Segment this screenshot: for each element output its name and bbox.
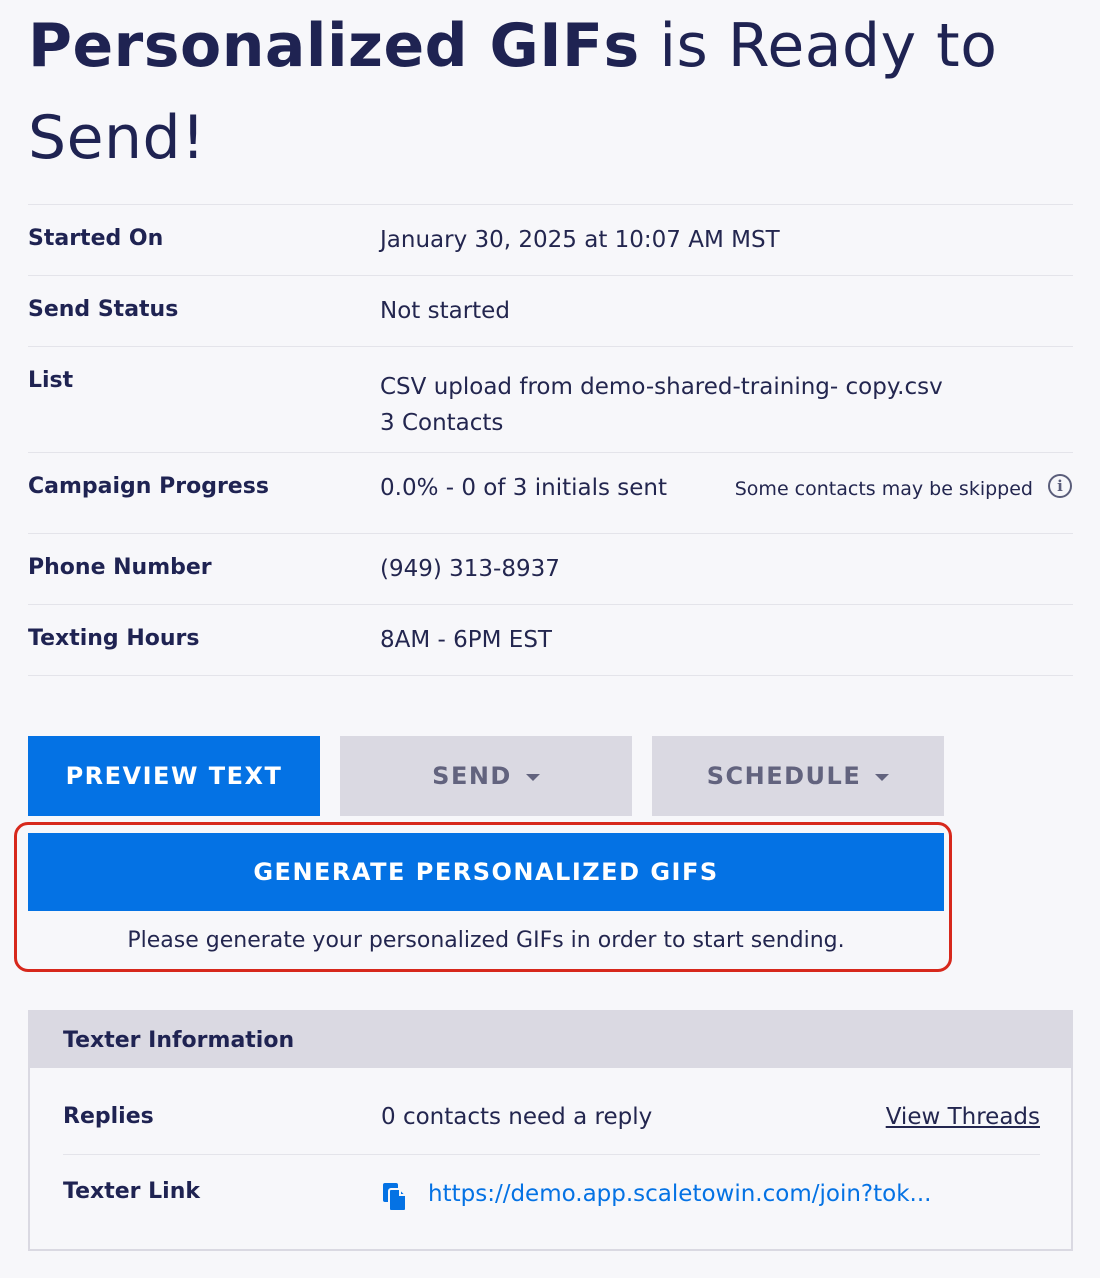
- detail-value-list: CSV upload from demo-shared-training- co…: [380, 369, 943, 441]
- texter-information-header: Texter Information: [30, 1012, 1071, 1068]
- list-contact-count: 3 Contacts: [380, 410, 504, 436]
- detail-row-list: List CSV upload from demo-shared-trainin…: [28, 347, 1073, 453]
- detail-label: Phone Number: [28, 555, 212, 580]
- detail-label: Started On: [28, 226, 164, 251]
- replies-value: 0 contacts need a reply: [381, 1104, 653, 1130]
- detail-label: Texting Hours: [28, 626, 200, 651]
- caret-down-icon: [875, 773, 890, 781]
- detail-value: 0.0% - 0 of 3 initials sent: [380, 475, 667, 501]
- replies-label: Replies: [63, 1104, 154, 1129]
- detail-label: Campaign Progress: [28, 474, 269, 499]
- caret-down-icon: [525, 773, 540, 781]
- send-label: SEND: [432, 762, 512, 790]
- page-title-bold: Personalized GIFs: [28, 11, 640, 81]
- campaign-details: Started On January 30, 2025 at 10:07 AM …: [28, 204, 1073, 676]
- info-icon[interactable]: i: [1048, 474, 1072, 498]
- texter-link-url[interactable]: https://demo.app.scaletowin.com/join?tok…: [428, 1181, 931, 1207]
- send-button[interactable]: SEND: [340, 736, 632, 816]
- detail-value: Not started: [380, 298, 510, 324]
- detail-value: January 30, 2025 at 10:07 AM MST: [380, 227, 780, 253]
- texter-row-replies: Replies 0 contacts need a reply View Thr…: [63, 1068, 1040, 1155]
- detail-row-campaign-progress: Campaign Progress 0.0% - 0 of 3 initials…: [28, 453, 1073, 534]
- view-threads-link[interactable]: View Threads: [886, 1104, 1040, 1130]
- detail-row-started-on: Started On January 30, 2025 at 10:07 AM …: [28, 205, 1073, 276]
- generate-gifs-label: GENERATE PERSONALIZED GIFS: [253, 858, 719, 886]
- detail-value: (949) 313-8937: [380, 556, 560, 582]
- skipped-contacts-note: Some contacts may be skipped: [734, 478, 1033, 500]
- detail-row-send-status: Send Status Not started: [28, 276, 1073, 347]
- preview-text-button[interactable]: PREVIEW TEXT: [28, 736, 320, 816]
- schedule-label: SCHEDULE: [706, 762, 862, 790]
- preview-text-label: PREVIEW TEXT: [65, 762, 283, 790]
- detail-row-phone-number: Phone Number (949) 313-8937: [28, 534, 1073, 605]
- detail-row-texting-hours: Texting Hours 8AM - 6PM EST: [28, 605, 1073, 676]
- detail-label: Send Status: [28, 297, 179, 322]
- detail-label: List: [28, 368, 74, 393]
- texter-information-panel: Texter Information Replies 0 contacts ne…: [28, 1010, 1073, 1251]
- texter-link-label: Texter Link: [63, 1179, 200, 1204]
- list-name: CSV upload from demo-shared-training- co…: [380, 374, 943, 400]
- copy-icon[interactable]: [381, 1181, 409, 1211]
- generate-gifs-note: Please generate your personalized GIFs i…: [127, 928, 845, 953]
- texter-row-link: Texter Link https://demo.app.scaletowin.…: [63, 1155, 1040, 1235]
- detail-value: 8AM - 6PM EST: [380, 627, 552, 653]
- generate-gifs-button[interactable]: GENERATE PERSONALIZED GIFS: [28, 833, 944, 911]
- page-title: Personalized GIFs is Ready to Send!: [28, 0, 1028, 184]
- schedule-button[interactable]: SCHEDULE: [652, 736, 944, 816]
